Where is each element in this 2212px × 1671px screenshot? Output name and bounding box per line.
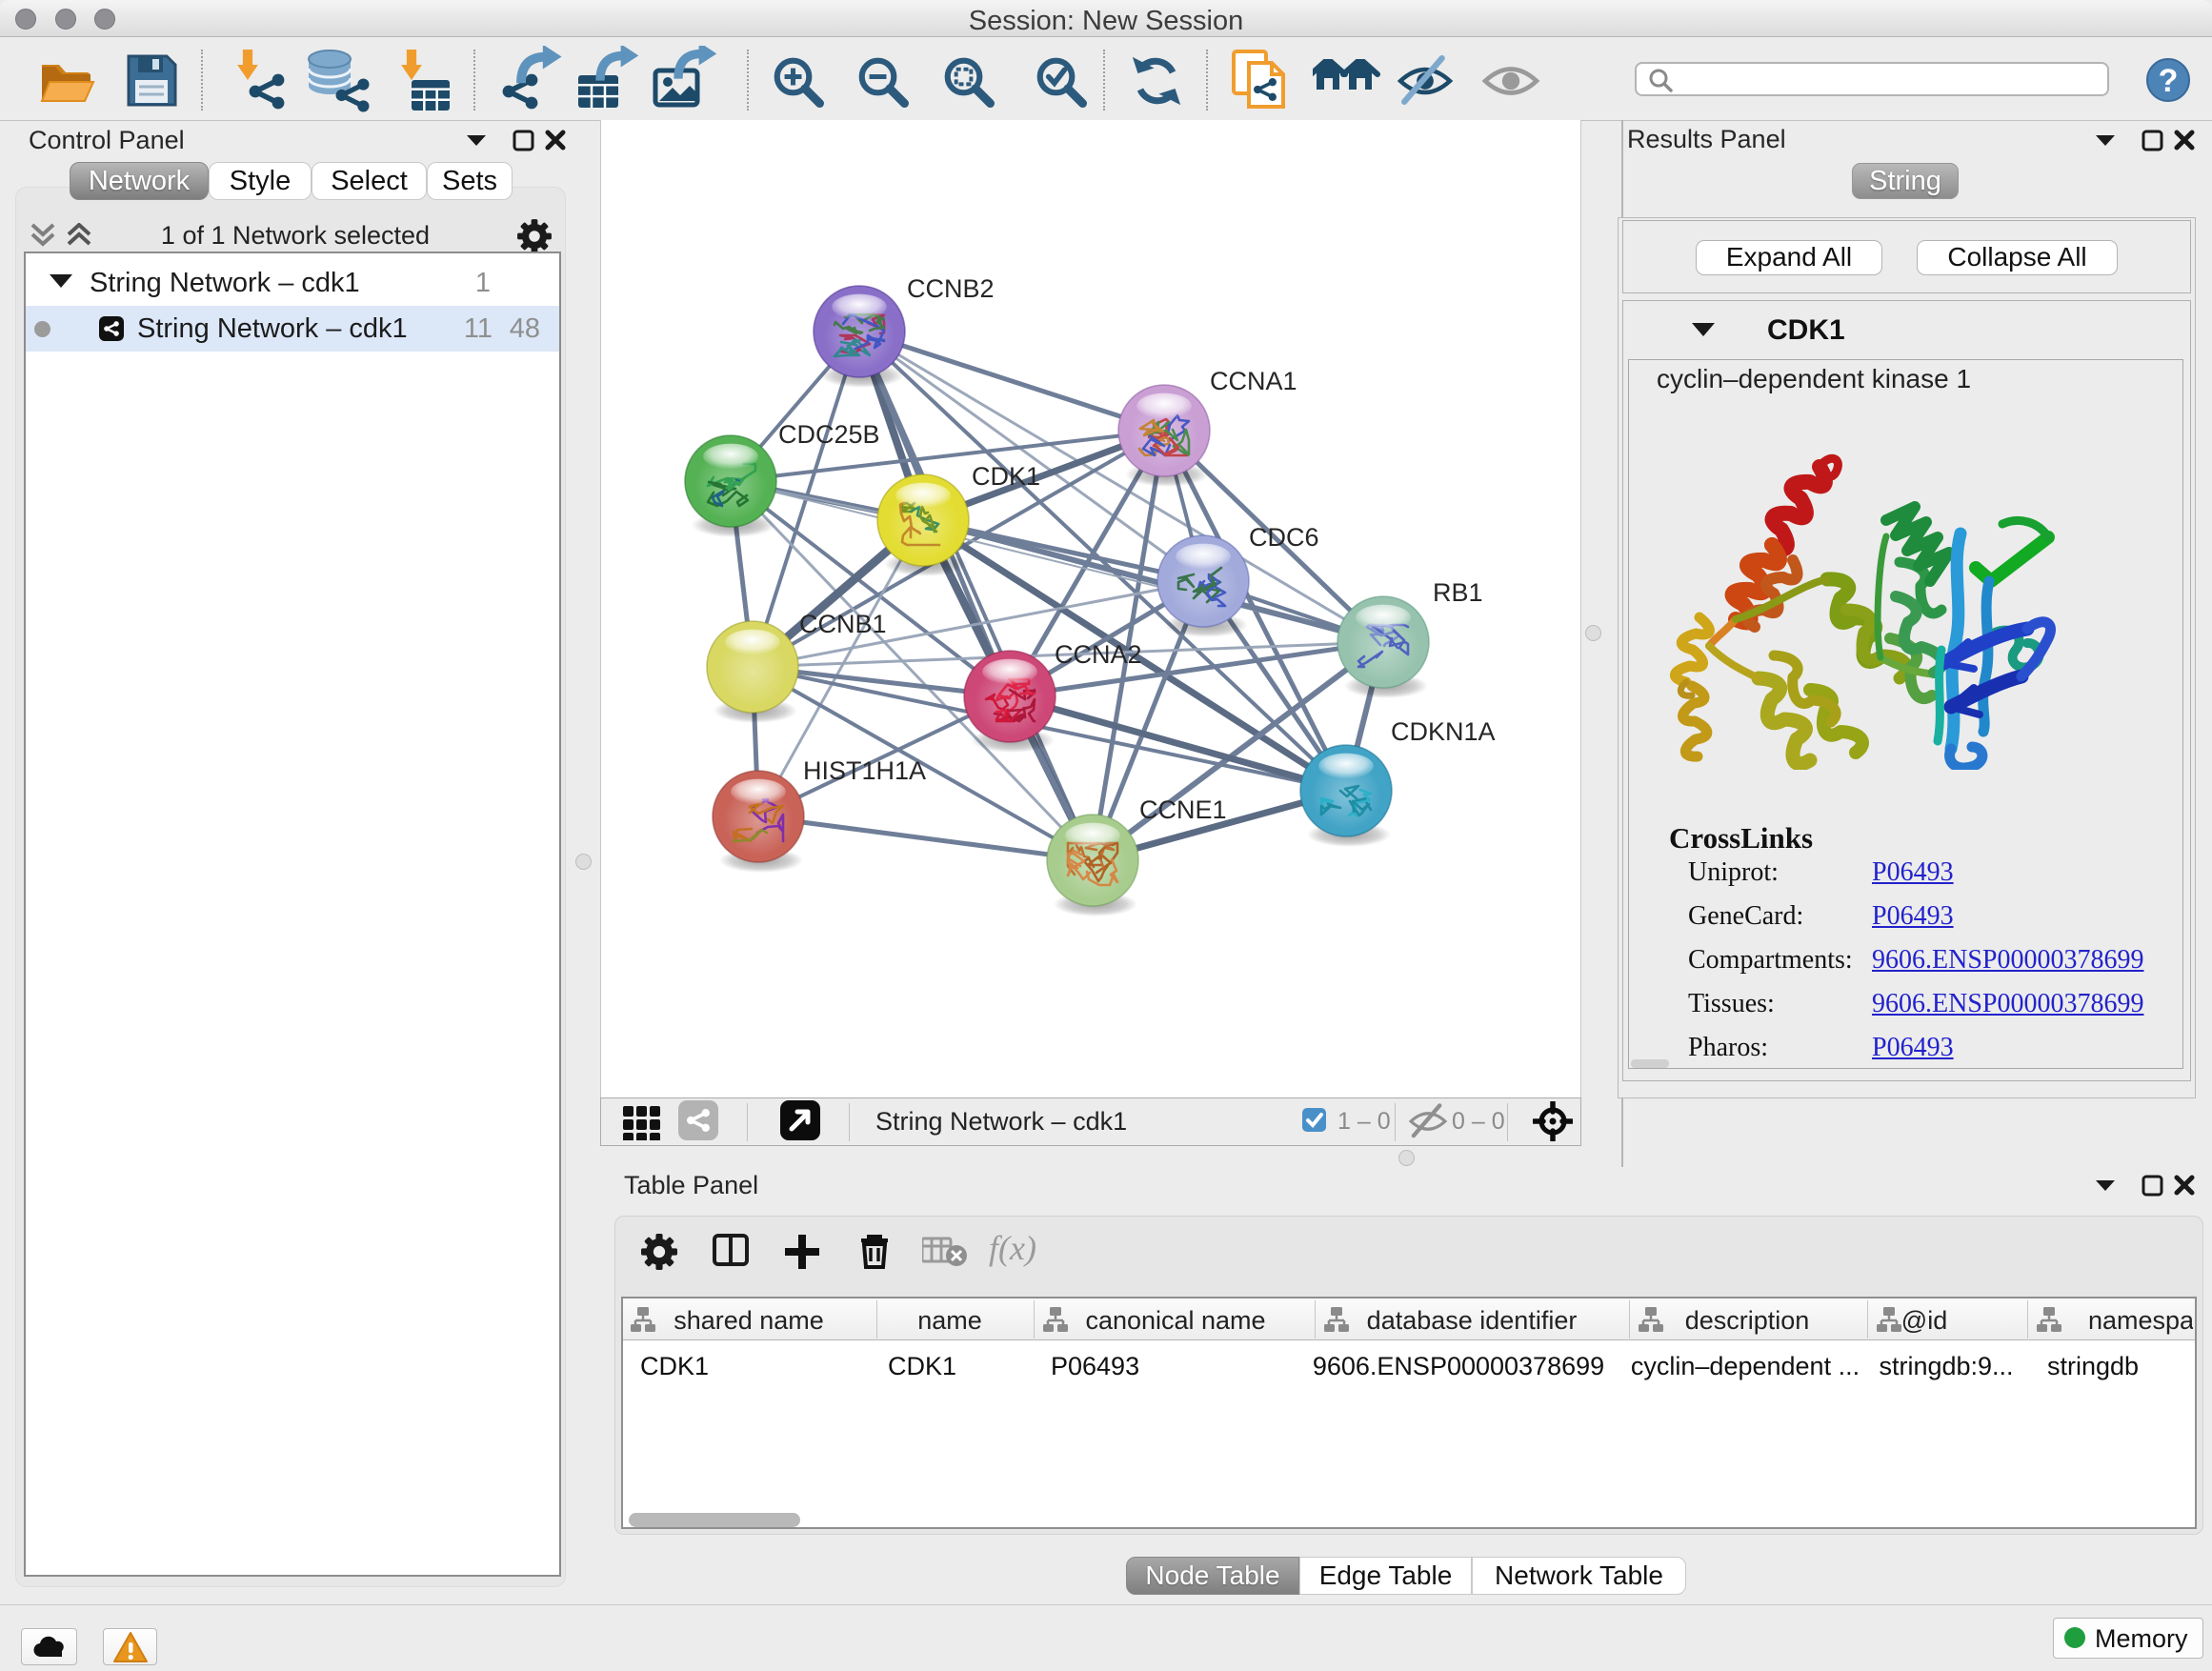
svg-text:CDC6: CDC6 bbox=[1249, 523, 1319, 552]
svg-text:RB1: RB1 bbox=[1433, 578, 1483, 607]
svg-text:CDC25B: CDC25B bbox=[778, 420, 880, 449]
svg-text:CCNA2: CCNA2 bbox=[1055, 640, 1142, 669]
svg-text:CCNE1: CCNE1 bbox=[1139, 795, 1227, 824]
svg-text:CDK1: CDK1 bbox=[972, 462, 1040, 491]
svg-text:CCNB1: CCNB1 bbox=[799, 610, 887, 638]
svg-text:CCNA1: CCNA1 bbox=[1210, 367, 1297, 395]
svg-text:HIST1H1A: HIST1H1A bbox=[803, 756, 926, 785]
svg-text:CDKN1A: CDKN1A bbox=[1391, 717, 1496, 746]
svg-text:CCNB2: CCNB2 bbox=[907, 274, 995, 303]
